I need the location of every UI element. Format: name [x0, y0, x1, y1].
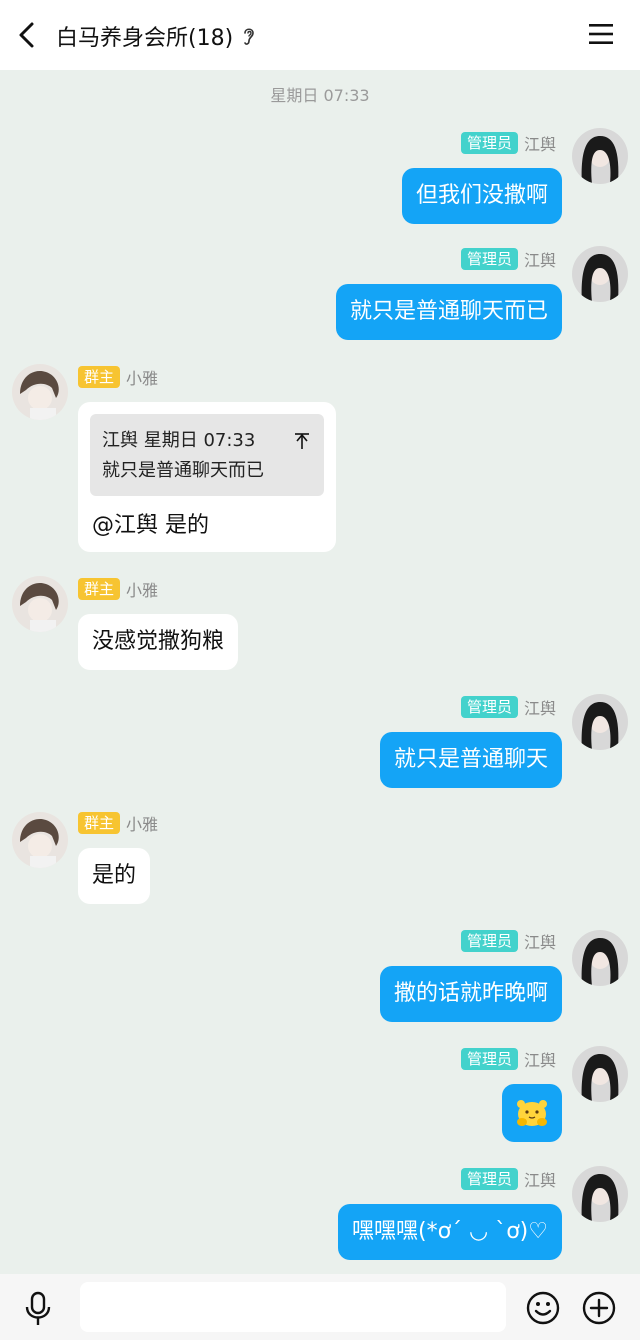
chat-title-group[interactable]: 白马养身会所(18) — [56, 20, 257, 52]
avatar[interactable] — [572, 246, 628, 302]
avatar[interactable] — [572, 930, 628, 986]
admin-badge: 管理员 — [460, 1048, 518, 1070]
message-meta: 管理员 江舆 — [460, 248, 556, 270]
emoji-icon[interactable] — [526, 1291, 560, 1325]
message-bubble[interactable]: 没感觉撒狗粮 — [78, 614, 239, 670]
admin-badge: 管理员 — [460, 1168, 518, 1190]
message-bubble[interactable]: 是的 — [78, 848, 151, 904]
message-meta: 群主 小雅 — [78, 578, 158, 600]
admin-badge: 管理员 — [460, 930, 518, 952]
message-meta: 管理员 江舆 — [460, 132, 556, 154]
quote-text: 就只是普通聊天而已 — [102, 460, 264, 481]
sender-name: 小雅 — [126, 369, 159, 388]
input-bar — [0, 1274, 640, 1340]
timestamp: 星期日 07:33 — [270, 86, 370, 105]
sender-name: 小雅 — [126, 815, 159, 834]
message-meta: 管理员 江舆 — [460, 1048, 556, 1070]
back-arrow-icon[interactable] — [14, 20, 42, 50]
sender-name: 江舆 — [523, 1171, 556, 1190]
mic-icon[interactable] — [24, 1291, 52, 1327]
admin-badge: 管理员 — [460, 248, 518, 270]
admin-badge: 管理员 — [460, 696, 518, 718]
owner-badge: 群主 — [78, 578, 121, 600]
ear-icon — [244, 28, 254, 45]
owner-badge: 群主 — [78, 812, 121, 834]
admin-badge: 管理员 — [460, 132, 518, 154]
message-meta: 管理员 江舆 — [460, 1168, 556, 1190]
quote-header: 江舆 星期日 07:33 — [102, 430, 256, 451]
emoji-bubble[interactable] — [502, 1084, 562, 1142]
message-bubble[interactable]: 就只是普通聊天而已 — [335, 284, 562, 340]
message-meta: 管理员 江舆 — [460, 930, 556, 952]
sender-name: 江舆 — [523, 135, 556, 154]
sender-name: 江舆 — [523, 699, 556, 718]
message-bubble[interactable]: 嘿嘿嘿(*ơ´ ◡ `ơ)♡ — [338, 1204, 562, 1260]
menu-icon[interactable] — [588, 22, 614, 46]
avatar[interactable] — [12, 364, 68, 420]
plus-icon[interactable] — [582, 1291, 616, 1325]
message-meta: 群主 小雅 — [78, 366, 158, 388]
bear-hug-emoji — [517, 1100, 547, 1126]
avatar[interactable] — [572, 694, 628, 750]
message-meta: 群主 小雅 — [78, 812, 158, 834]
sender-name: 小雅 — [126, 581, 159, 600]
avatar[interactable] — [572, 128, 628, 184]
chat-title: 白马养身会所(18) — [56, 26, 234, 51]
quoted-message[interactable]: 江舆 星期日 07:33 就只是普通聊天而已 — [90, 414, 324, 496]
message-bubble[interactable]: 但我们没撒啊 — [401, 168, 562, 224]
sender-name: 江舆 — [523, 1051, 556, 1070]
message-input[interactable] — [80, 1282, 506, 1332]
jump-to-original-icon[interactable] — [294, 432, 310, 450]
reply-text: @江舆 是的 — [92, 513, 209, 538]
owner-badge: 群主 — [78, 366, 121, 388]
message-bubble[interactable]: 就只是普通聊天 — [379, 732, 562, 788]
avatar[interactable] — [572, 1046, 628, 1102]
sender-name: 江舆 — [523, 251, 556, 270]
reply-bubble[interactable]: 江舆 星期日 07:33 就只是普通聊天而已 @江舆 是的 — [78, 402, 336, 552]
avatar[interactable] — [12, 812, 68, 868]
message-bubble[interactable]: 撒的话就昨晚啊 — [379, 966, 562, 1022]
avatar[interactable] — [572, 1166, 628, 1222]
sender-name: 江舆 — [523, 933, 556, 952]
avatar[interactable] — [12, 576, 68, 632]
chat-header: 白马养身会所(18) — [0, 0, 640, 70]
message-meta: 管理员 江舆 — [460, 696, 556, 718]
